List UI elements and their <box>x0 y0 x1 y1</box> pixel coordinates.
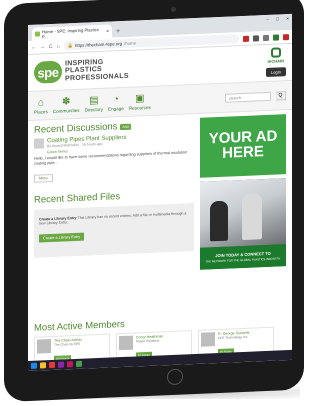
avatar[interactable] <box>34 138 44 149</box>
add-discussion-button[interactable]: Add <box>120 123 131 130</box>
taskbar-app-icon[interactable] <box>67 361 73 368</box>
shared-files-section: Recent Shared Files Create a Library Ent… <box>34 188 194 258</box>
nav-label: Directory <box>84 106 103 113</box>
taskbar-app-icon[interactable] <box>58 361 64 368</box>
communities-icon: ✽ <box>62 95 71 108</box>
tab-close-icon[interactable]: × <box>106 28 109 34</box>
chain-label: thCHAIN <box>267 58 284 64</box>
member-company: The Chain by SPE <box>54 341 81 347</box>
nav-item-communities[interactable]: ✽ Communities <box>52 95 80 114</box>
favicon-icon <box>35 31 40 37</box>
reload-icon[interactable]: C <box>49 43 53 49</box>
taskbar-app-icon[interactable] <box>49 361 55 369</box>
ad-person <box>242 193 262 241</box>
right-column: YOUR AD HERE JOIN TODAY & CONNECT TO THE… <box>200 114 286 270</box>
left-column: Recent Discussions Add Coating Pipes Pla… <box>34 118 194 277</box>
camera-icon <box>171 6 176 13</box>
create-library-entry-button[interactable]: Create a Library Entry <box>39 232 85 243</box>
profile-icon[interactable] <box>283 33 289 40</box>
avatar <box>201 332 215 347</box>
the-chain-logo[interactable]: thCHAIN <box>268 47 284 64</box>
more-button[interactable]: More <box>34 173 53 183</box>
member-company: ACE Technology, Inc. <box>218 334 249 341</box>
ad-person <box>210 200 228 242</box>
nav-item-engage[interactable]: ◔ Engage <box>108 93 124 111</box>
resources-icon: ▣ <box>135 92 145 105</box>
tablet-screen: Home - SPE: Inspiring Plastics P... × + … <box>28 13 292 371</box>
ad-caption: JOIN TODAY & CONNECT TO THE NETWORK FOR … <box>200 244 286 270</box>
directory-icon: ▤ <box>89 94 99 106</box>
start-icon[interactable] <box>31 362 37 369</box>
avatar <box>119 335 133 351</box>
nav-label: Communities <box>52 107 80 114</box>
taskbar-app-icon[interactable] <box>76 360 82 367</box>
home-icon[interactable]: ⌂ <box>57 43 60 49</box>
search-input[interactable]: search <box>225 91 271 103</box>
places-icon: ⌂ <box>37 96 44 109</box>
extension-icon[interactable] <box>253 34 259 42</box>
close-window-button[interactable]: × <box>286 16 289 22</box>
nav-label: Engage <box>108 105 124 112</box>
tablet-frame: Home - SPE: Inspiring Plastics P... × + … <box>4 0 304 403</box>
chain-icon <box>270 47 281 58</box>
member-company: Plastic Solutions <box>136 338 160 344</box>
minimize-button[interactable]: – <box>266 17 269 23</box>
nav-label: Places <box>34 108 48 115</box>
discussions-title: Recent Discussions <box>34 121 118 136</box>
lock-icon: 🔒 <box>67 42 74 48</box>
nav-item-resources[interactable]: ▣ Resources <box>128 92 151 111</box>
join-ad-banner[interactable]: JOIN TODAY & CONNECT TO THE NETWORK FOR … <box>200 178 286 270</box>
site-tagline: INSPIRING PLASTICS PROFESSIONALS <box>65 58 129 83</box>
login-button[interactable]: Login <box>265 67 286 78</box>
maximize-button[interactable]: □ <box>276 16 279 22</box>
extension-icon[interactable] <box>263 34 269 41</box>
avatar <box>37 339 51 354</box>
search-icon[interactable]: Q <box>276 90 286 101</box>
empty-library-text: Create a Library Entry This Library has … <box>39 211 189 226</box>
back-icon[interactable]: ← <box>31 44 36 50</box>
spe-logo[interactable]: spe <box>34 60 62 84</box>
nav-item-directory[interactable]: ▤ Directory <box>84 94 103 113</box>
main-content: Recent Discussions Add Coating Pipes Pla… <box>28 110 292 277</box>
extension-icon[interactable] <box>243 35 249 42</box>
tab-title: Home - SPE: Inspiring Plastics P... <box>41 26 99 39</box>
empty-library-box: Create a Library Entry This Library has … <box>34 202 194 258</box>
extension-icon[interactable] <box>273 33 279 41</box>
taskbar-app-icon[interactable] <box>40 362 46 369</box>
engage-icon: ◔ <box>112 93 119 105</box>
nav-item-places[interactable]: ⌂ Places <box>34 96 48 115</box>
url-path: /home <box>124 40 137 46</box>
url-host: https://thechain.4spe.org <box>75 41 123 49</box>
new-tab-button[interactable]: + <box>116 28 120 35</box>
window-controls: – □ × <box>266 16 289 23</box>
nav-label: Resources <box>128 104 151 111</box>
home-button[interactable] <box>167 368 183 386</box>
forward-icon[interactable]: → <box>40 44 45 50</box>
ad-banner[interactable]: YOUR AD HERE <box>200 114 286 178</box>
